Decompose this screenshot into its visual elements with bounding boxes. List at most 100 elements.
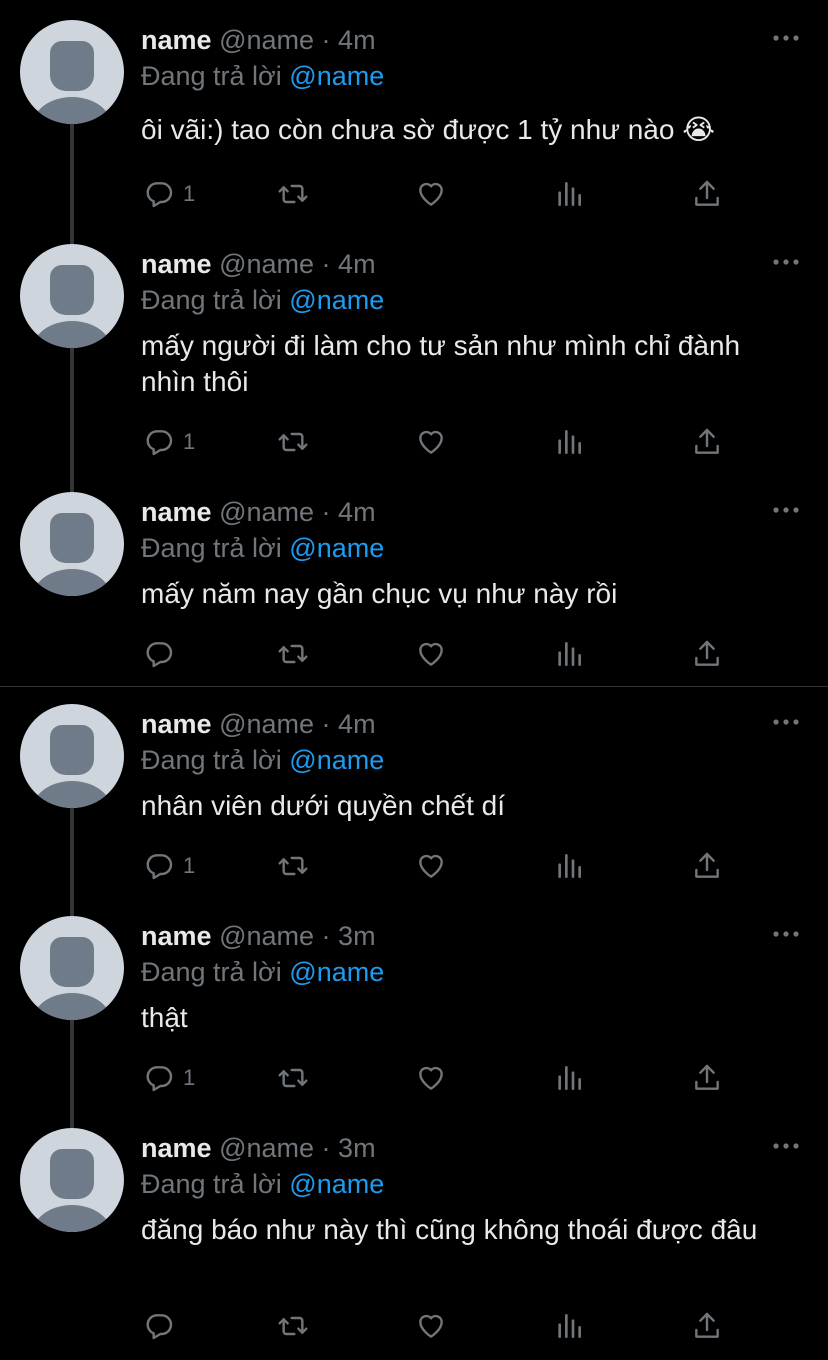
analytics-icon <box>558 1314 581 1338</box>
user-handle[interactable]: @name <box>219 1133 314 1163</box>
views-button[interactable] <box>553 425 585 459</box>
reply-button[interactable]: 1 <box>143 849 195 883</box>
retweet-button[interactable] <box>277 425 309 459</box>
heart-icon <box>419 1314 443 1338</box>
views-button[interactable] <box>553 1061 585 1095</box>
share-button[interactable] <box>691 849 723 883</box>
retweet-button[interactable] <box>277 637 309 671</box>
reply-icon <box>146 642 173 668</box>
timestamp[interactable]: 4m <box>338 249 376 279</box>
reply-icon <box>146 182 173 208</box>
replying-to-label: Đang trả lời <box>141 533 282 563</box>
tweet-header: name @name · 4m <box>141 22 376 58</box>
display-name[interactable]: name <box>141 709 212 739</box>
timestamp[interactable]: 3m <box>338 1133 376 1163</box>
user-handle[interactable]: @name <box>219 25 314 55</box>
retweet-icon <box>278 856 308 876</box>
share-button[interactable] <box>691 1309 723 1343</box>
share-button[interactable] <box>691 177 723 211</box>
more-icon[interactable] <box>772 926 800 942</box>
like-button[interactable] <box>415 1061 447 1095</box>
like-button[interactable] <box>415 637 447 671</box>
heart-icon <box>419 430 443 454</box>
user-handle[interactable]: @name <box>219 709 314 739</box>
like-button[interactable] <box>415 1309 447 1343</box>
retweet-button[interactable] <box>277 1309 309 1343</box>
tweet-text: thật <box>141 1002 188 1033</box>
reply-button[interactable]: 1 <box>143 1061 195 1095</box>
reply-button[interactable] <box>143 1309 183 1343</box>
views-button[interactable] <box>553 637 585 671</box>
replying-to: Đang trả lời @name <box>141 1166 384 1202</box>
share-button[interactable] <box>691 637 723 671</box>
tweet[interactable]: name @name · 4m Đang trả lời @name mấy n… <box>0 244 828 464</box>
avatar[interactable] <box>20 244 124 348</box>
replying-to: Đang trả lời @name <box>141 282 384 318</box>
more-icon[interactable] <box>772 714 800 730</box>
like-button[interactable] <box>415 425 447 459</box>
views-button[interactable] <box>553 849 585 883</box>
timestamp[interactable]: 4m <box>338 709 376 739</box>
analytics-icon <box>558 430 581 454</box>
replying-to-label: Đang trả lời <box>141 957 282 987</box>
mention-link[interactable]: @name <box>289 533 384 563</box>
tweet-text: đăng báo như này thì cũng không thoái đư… <box>141 1214 758 1245</box>
share-button[interactable] <box>691 1061 723 1095</box>
retweet-icon <box>278 644 308 664</box>
heart-icon <box>419 182 443 206</box>
retweet-button[interactable] <box>277 849 309 883</box>
views-button[interactable] <box>553 177 585 211</box>
retweet-button[interactable] <box>277 177 309 211</box>
display-name[interactable]: name <box>141 249 212 279</box>
avatar[interactable] <box>20 916 124 1020</box>
display-name[interactable]: name <box>141 1133 212 1163</box>
user-handle[interactable]: @name <box>219 249 314 279</box>
mention-link[interactable]: @name <box>289 61 384 91</box>
action-bar: 1 <box>141 849 781 883</box>
timestamp[interactable]: 4m <box>338 497 376 527</box>
analytics-icon <box>558 642 581 666</box>
reply-button[interactable]: 1 <box>143 425 195 459</box>
timestamp[interactable]: 3m <box>338 921 376 951</box>
user-handle[interactable]: @name <box>219 921 314 951</box>
mention-link[interactable]: @name <box>289 1169 384 1199</box>
reply-button[interactable]: 1 <box>143 177 195 211</box>
tweet[interactable]: name @name · 4m Đang trả lời @name nhân … <box>0 704 828 904</box>
avatar[interactable] <box>20 1128 124 1232</box>
timestamp[interactable]: 4m <box>338 25 376 55</box>
tweet[interactable]: name @name · 4m Đang trả lời @name mấy n… <box>0 492 828 682</box>
views-button[interactable] <box>553 1309 585 1343</box>
replying-to-label: Đang trả lời <box>141 61 282 91</box>
tweet[interactable]: name @name · 3m Đang trả lời @name đăng … <box>0 1128 828 1358</box>
retweet-icon <box>278 1316 308 1336</box>
avatar[interactable] <box>20 492 124 596</box>
tweet-header: name @name · 4m <box>141 246 376 282</box>
tweet[interactable]: name @name · 4m Đang trả lời @name ôi vã… <box>0 20 828 230</box>
tweet[interactable]: name @name · 3m Đang trả lời @name thật … <box>0 916 828 1116</box>
replying-to: Đang trả lời @name <box>141 954 384 990</box>
mention-link[interactable]: @name <box>289 745 384 775</box>
action-bar <box>141 1309 781 1343</box>
retweet-button[interactable] <box>277 1061 309 1095</box>
replying-to: Đang trả lời @name <box>141 58 384 94</box>
more-icon[interactable] <box>772 1138 800 1154</box>
like-button[interactable] <box>415 849 447 883</box>
mention-link[interactable]: @name <box>289 285 384 315</box>
display-name[interactable]: name <box>141 25 212 55</box>
reply-button[interactable] <box>143 637 183 671</box>
more-icon[interactable] <box>772 30 800 46</box>
share-icon <box>695 852 719 878</box>
more-icon[interactable] <box>772 254 800 270</box>
avatar[interactable] <box>20 704 124 808</box>
avatar[interactable] <box>20 20 124 124</box>
user-handle[interactable]: @name <box>219 497 314 527</box>
reply-count: 1 <box>183 853 196 878</box>
display-name[interactable]: name <box>141 921 212 951</box>
more-icon[interactable] <box>772 502 800 518</box>
display-name[interactable]: name <box>141 497 212 527</box>
mention-link[interactable]: @name <box>289 957 384 987</box>
heart-icon <box>419 1066 443 1090</box>
like-button[interactable] <box>415 177 447 211</box>
share-button[interactable] <box>691 425 723 459</box>
action-bar: 1 <box>141 1061 781 1095</box>
